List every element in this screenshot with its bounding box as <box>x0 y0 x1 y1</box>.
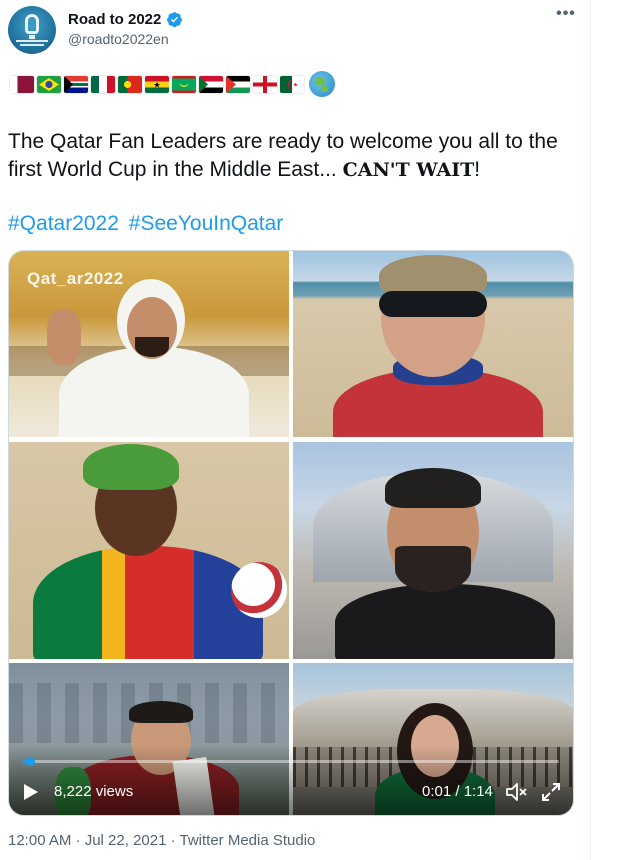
flag-mauritania-icon <box>172 75 196 93</box>
flag-mexico-icon <box>91 75 115 93</box>
flag-south-africa-icon <box>64 75 88 93</box>
more-options-icon[interactable]: ••• <box>555 5 577 27</box>
tweet-emphasis: CAN'T WAIT <box>342 159 475 181</box>
mute-icon[interactable] <box>506 782 528 802</box>
flag-qatar-icon <box>10 75 34 93</box>
view-count: 8,222 views <box>54 783 134 800</box>
hashtag-link[interactable]: #Qatar2022 <box>8 212 119 235</box>
trophy-logo-icon <box>25 14 39 39</box>
video-tile-fan-leader-3 <box>9 442 289 659</box>
globe-icon <box>309 71 335 97</box>
hashtags: #Qatar2022 #SeeYouInQatar <box>8 212 287 236</box>
column-divider <box>590 0 591 860</box>
flag-sudan-icon <box>199 75 223 93</box>
fullscreen-icon[interactable] <box>541 782 561 802</box>
flag-england-icon <box>253 75 277 93</box>
video-tile-fan-leader-1: Qat_ar2022 <box>9 251 289 437</box>
avatar[interactable] <box>8 6 56 54</box>
video-progress-bar[interactable] <box>23 757 559 766</box>
hashtag-link[interactable]: #SeeYouInQatar <box>129 212 284 235</box>
video-time: 0:01 / 1:14 <box>422 783 493 800</box>
tweet-text: The Qatar Fan Leaders are ready to welco… <box>8 128 578 184</box>
flag-palestine-icon <box>226 75 250 93</box>
handle[interactable]: @roadto2022en <box>68 31 169 47</box>
play-icon[interactable] <box>23 783 39 801</box>
video-tile-fan-leader-4 <box>293 442 573 659</box>
flag-emoji-row <box>10 71 335 97</box>
tweet-body-end: ! <box>474 158 481 181</box>
tweet-timestamp[interactable]: 12:00 AM · Jul 22, 2021 · Twitter Media … <box>8 832 315 849</box>
flag-portugal-icon <box>118 75 142 93</box>
video-tile-fan-leader-2 <box>293 251 573 437</box>
qatar-2022-watermark: Qat_ar2022 <box>27 269 124 288</box>
flag-brazil-icon <box>37 75 61 93</box>
flag-algeria-icon <box>280 75 304 93</box>
flag-ghana-icon <box>145 75 169 93</box>
display-name[interactable]: Road to 2022 <box>68 11 161 28</box>
video-player[interactable]: Qat_ar2022 8,222 views 0:01 / 1:14 <box>8 250 574 816</box>
verified-badge-icon <box>167 12 182 28</box>
